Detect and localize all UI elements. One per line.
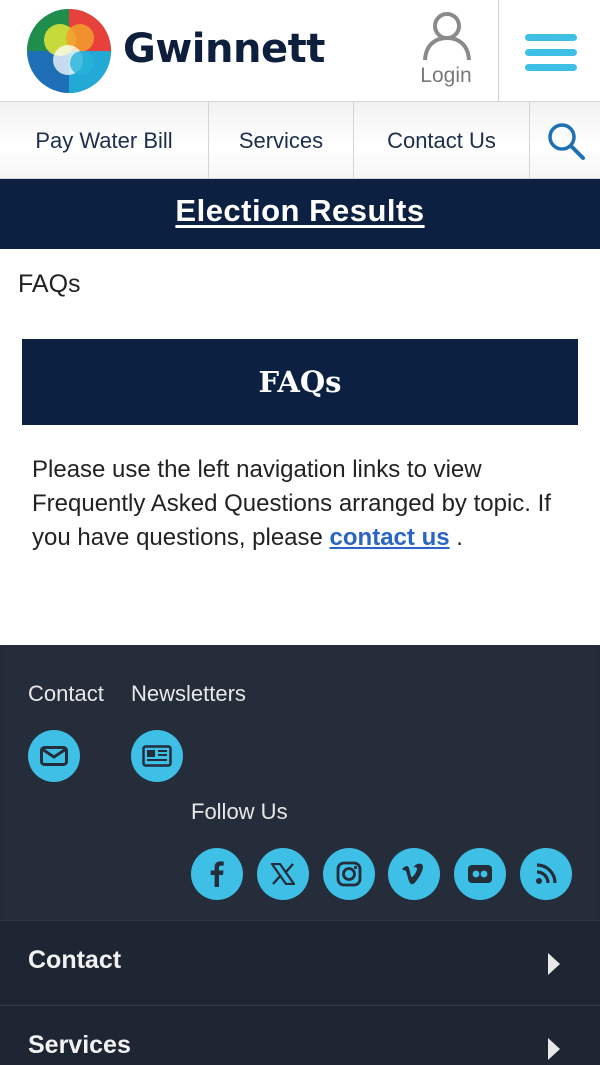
accordion-services[interactable]: Services	[0, 1005, 600, 1065]
facebook-icon	[210, 861, 224, 887]
newsletters-label: Newsletters	[131, 681, 246, 706]
site-header: Gwinnett Login	[0, 0, 600, 102]
contact-label: Contact	[28, 681, 104, 706]
breadcrumb: FAQs	[18, 270, 81, 298]
quick-nav: Pay Water Bill Services Contact Us	[0, 102, 600, 179]
login-button[interactable]: Login	[404, 0, 498, 102]
nav-contact-us[interactable]: Contact Us	[354, 102, 530, 179]
faq-intro: Please use the left navigation links to …	[32, 453, 562, 555]
login-label: Login	[420, 64, 472, 87]
intro-text: Please use the left navigation links to …	[32, 456, 551, 551]
chevron-right-icon	[548, 953, 560, 975]
chevron-right-icon	[548, 1038, 560, 1060]
mail-icon	[40, 746, 68, 766]
flickr-icon	[468, 865, 492, 883]
nav-pay-water-bill[interactable]: Pay Water Bill	[0, 102, 209, 179]
email-button[interactable]	[28, 730, 80, 782]
election-results-banner: Election Results	[0, 179, 600, 249]
accordion-label: Services	[28, 1031, 131, 1059]
flickr-button[interactable]	[454, 848, 506, 900]
rss-button[interactable]	[520, 848, 572, 900]
vimeo-icon	[402, 863, 423, 885]
page-title: FAQs	[22, 339, 578, 425]
follow-us-label: Follow Us	[191, 799, 288, 824]
user-icon	[423, 12, 471, 61]
newsletter-button[interactable]	[131, 730, 183, 782]
hamburger-menu-button[interactable]	[498, 0, 600, 102]
site-footer: Contact Newsletters Follow Us Contact Se…	[0, 645, 600, 1065]
search-button[interactable]	[530, 102, 600, 179]
x-twitter-button[interactable]	[257, 848, 309, 900]
election-results-link[interactable]: Election Results	[175, 193, 424, 229]
intro-end: .	[449, 524, 463, 551]
gwinnett-logo[interactable]	[26, 8, 116, 94]
x-icon	[271, 863, 295, 885]
facebook-button[interactable]	[191, 848, 243, 900]
search-icon	[548, 123, 585, 160]
menu-bar	[525, 34, 577, 41]
brand-name[interactable]: Gwinnett	[123, 26, 325, 72]
rss-icon	[536, 863, 557, 884]
menu-bar	[525, 64, 577, 71]
menu-bar	[525, 49, 577, 56]
nav-services[interactable]: Services	[209, 102, 354, 179]
accordion-label: Contact	[28, 946, 122, 974]
newspaper-icon	[142, 745, 172, 767]
instagram-icon	[336, 861, 362, 887]
accordion-contact[interactable]: Contact	[0, 920, 600, 1004]
vimeo-button[interactable]	[388, 848, 440, 900]
instagram-button[interactable]	[323, 848, 375, 900]
contact-us-link[interactable]: contact us	[330, 524, 450, 551]
